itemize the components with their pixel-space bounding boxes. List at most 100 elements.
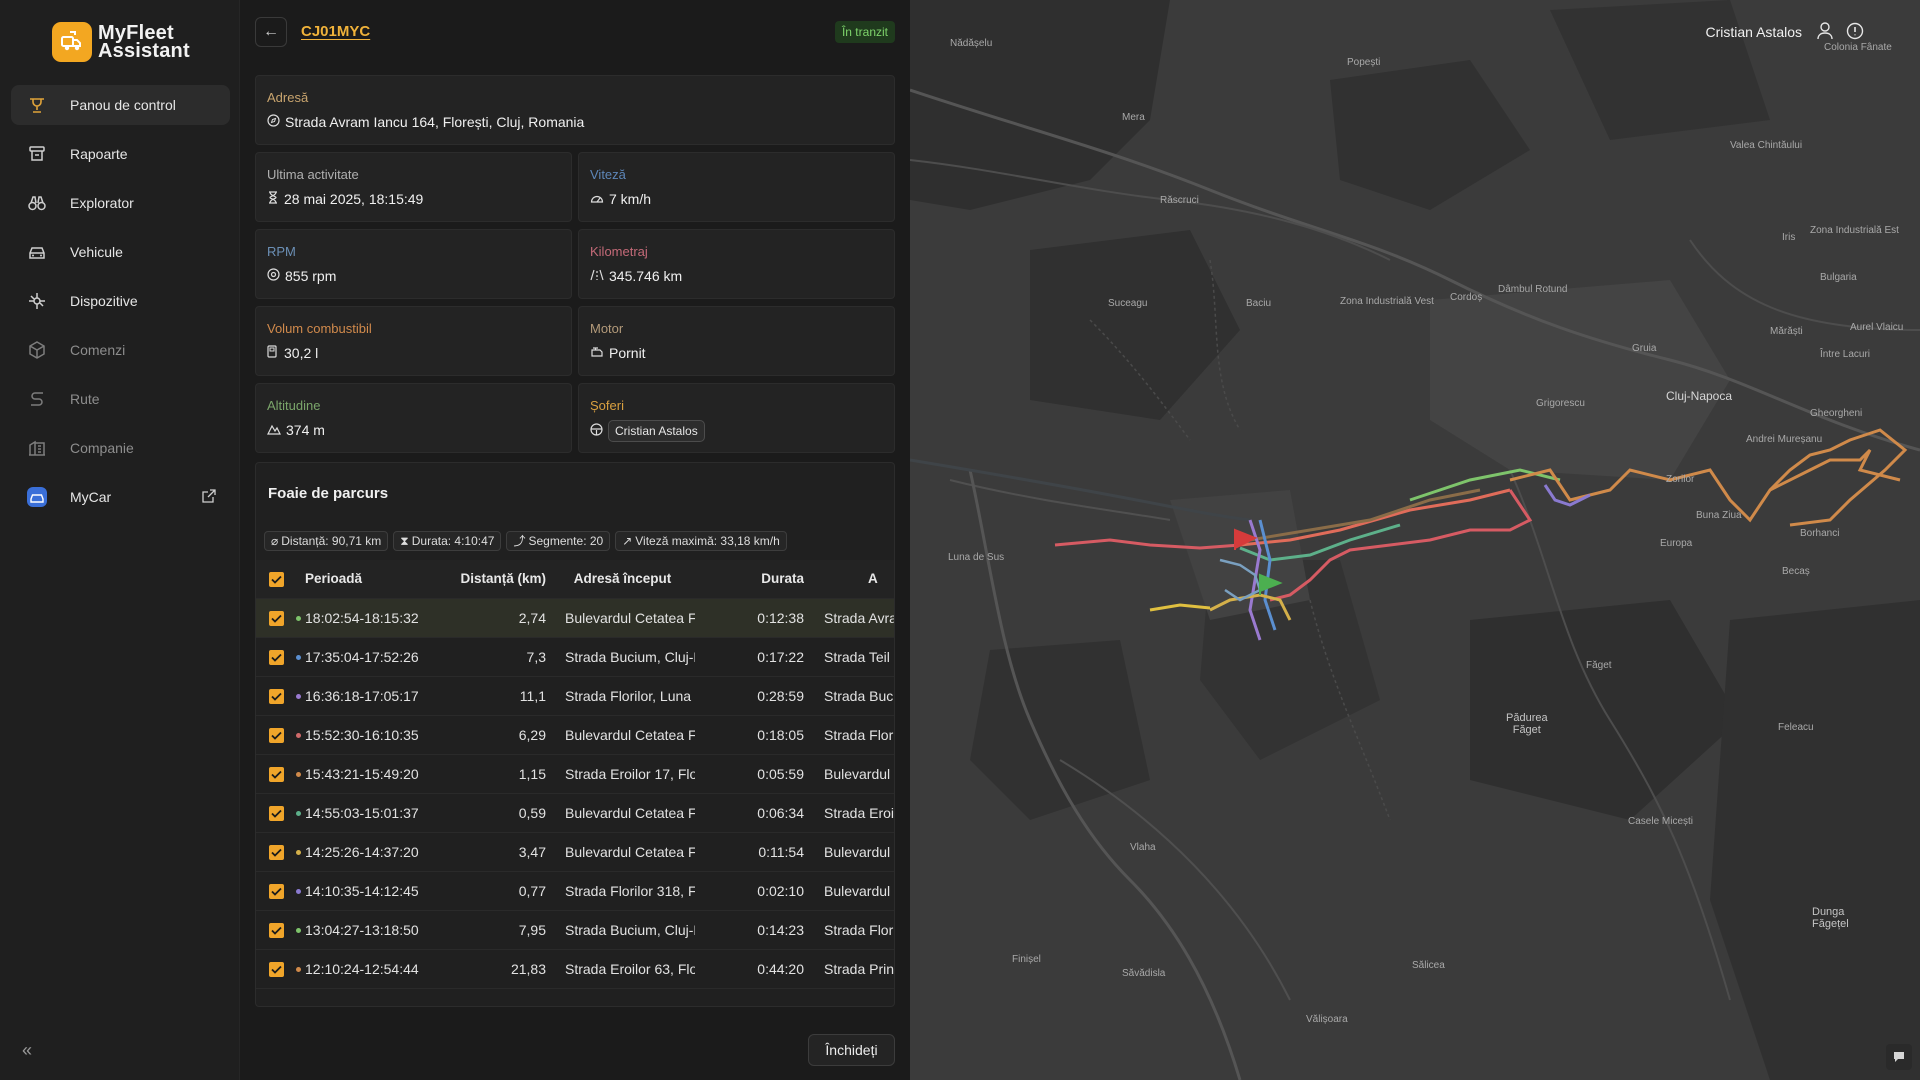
distance-cell: 0,59 [518, 805, 546, 821]
column-end-address[interactable]: A [868, 571, 894, 586]
select-all-checkbox[interactable] [269, 572, 284, 587]
segment-color-dot [296, 811, 301, 816]
sidebar-item-panou-de-control[interactable]: Panou de control [11, 85, 230, 125]
rpm-value: 855 rpm [285, 268, 337, 284]
column-start-address[interactable]: Adresă început [565, 571, 680, 586]
trip-log-card: Foaie de parcurs ⌀ Distanță: 90,71 km ⧗ Du… [255, 462, 895, 1007]
start-address-cell: Strada Bucium, Cluj-N [565, 649, 695, 665]
column-duration[interactable]: Durata [708, 571, 804, 586]
binoculars-icon [26, 192, 48, 214]
row-checkbox[interactable] [269, 923, 284, 938]
sidebar-item-label: MyCar [70, 489, 112, 505]
gauge-icon [267, 268, 280, 284]
chat-icon[interactable] [1886, 1044, 1912, 1070]
rpm-value-row: 855 rpm [267, 268, 336, 284]
row-checkbox[interactable] [269, 845, 284, 860]
segment-color-dot [296, 655, 301, 660]
map-label-grigorescu: Grigorescu [1536, 398, 1585, 409]
driver-chip[interactable]: Cristian Astalos [608, 420, 705, 442]
row-checkbox[interactable] [269, 884, 284, 899]
sidebar-item-dispozitive[interactable]: Dispozitive [11, 281, 230, 321]
map-label-cordos: Cordoș [1450, 292, 1483, 303]
period-cell: 14:10:35-14:12:45 [305, 883, 419, 899]
map-label-gheorgheni: Gheorgheni [1810, 408, 1863, 419]
map-label-zona-industriala-est: Zona Industrială Est [1810, 225, 1899, 236]
distance-cell: 7,3 [526, 649, 546, 665]
table-row[interactable]: 12:10:24-12:54:44 21,83 Strada Eroilor 63,… [256, 950, 894, 989]
start-address-cell: Strada Florilor, Luna [565, 688, 692, 704]
duration-cell: 0:44:20 [757, 961, 804, 977]
engine-value-row: Pornit [590, 345, 646, 361]
logo[interactable]: MyFleet Assistant [52, 22, 190, 62]
table-row[interactable]: 16:36:18-17:05:17 11,1 Strada Florilor, Lu… [256, 677, 894, 716]
segment-color-dot [296, 772, 301, 777]
row-checkbox[interactable] [269, 689, 284, 704]
sidebar-item-explorator[interactable]: Explorator [11, 183, 230, 223]
sidebar-item-label: Comenzi [70, 342, 126, 358]
back-button[interactable]: ← [255, 17, 287, 47]
sidebar-item-mycar[interactable]: MyCar [11, 477, 230, 517]
start-address-cell: Bulevardul Cetatea Fe [565, 805, 695, 821]
row-checkbox[interactable] [269, 728, 284, 743]
sidebar-item-rapoarte[interactable]: Rapoarte [11, 134, 230, 174]
max-speed-chip-text: Viteză maximă: 33,18 km/h [635, 534, 780, 548]
speedometer-icon [590, 191, 604, 207]
sidebar-item-vehicule[interactable]: Vehicule [11, 232, 230, 272]
user-icon[interactable] [1817, 22, 1833, 45]
row-checkbox[interactable] [269, 767, 284, 782]
duration-cell: 0:06:34 [757, 805, 804, 821]
map-label-casele-micesti: Casele Micești [1628, 816, 1694, 827]
start-address-cell: Bulevardul Cetatea Fe [565, 727, 695, 743]
map-label-rascruci: Răscruci [1160, 195, 1199, 206]
fuel-label: Volum combustibil [267, 321, 372, 336]
last-activity-value-row: 28 mai 2025, 18:15:49 [267, 191, 423, 207]
vehicle-plate-link[interactable]: CJ01MYC [301, 23, 370, 40]
row-checkbox[interactable] [269, 611, 284, 626]
info-icon[interactable] [1846, 22, 1864, 45]
close-button[interactable]: Închideți [808, 1034, 895, 1066]
trip-summary-chips: ⌀ Distanță: 90,71 km ⧗ Durata: 4:10:47 ⤴ Se… [264, 531, 787, 551]
sidebar-item-rute[interactable]: Rute [11, 379, 230, 419]
sidebar-item-companie[interactable]: Companie [11, 428, 230, 468]
table-row[interactable]: 14:55:03-15:01:37 0,59 Bulevardul Cetatea … [256, 794, 894, 833]
address-label: Adresă [267, 90, 309, 105]
column-period[interactable]: Perioadă [305, 571, 425, 586]
end-address-cell: Strada Teil [824, 649, 890, 665]
segment-color-dot [296, 694, 301, 699]
mileage-label: Kilometraj [590, 244, 648, 259]
sidebar-item-label: Rute [70, 391, 100, 407]
table-row[interactable]: 13:04:27-13:18:50 7,95 Strada Bucium, Cluj… [256, 911, 894, 950]
map-label-feleacu: Feleacu [1778, 722, 1814, 733]
row-checkbox[interactable] [269, 962, 284, 977]
distance-chip: ⌀ Distanță: 90,71 km [264, 531, 389, 551]
last-activity-card: Ultima activitate 28 mai 2025, 18:15:49 [255, 152, 572, 222]
collapse-sidebar-icon[interactable]: « [22, 1040, 32, 1061]
row-checkbox[interactable] [269, 650, 284, 665]
trip-table: Perioadă Distanță (km) Adresă început Du… [256, 560, 894, 989]
reports-icon [26, 143, 48, 165]
drivers-card: Șoferi Cristian Astalos [578, 383, 895, 453]
table-row[interactable]: 14:25:26-14:37:20 3,47 Bulevardul Cetatea … [256, 833, 894, 872]
table-row[interactable]: 15:43:21-15:49:20 1,15 Strada Eroilor 17, … [256, 755, 894, 794]
sidebar: MyFleet Assistant Panou de control Rapoa… [0, 0, 240, 1080]
table-row[interactable]: 18:02:54-18:15:32 2,74 Bulevardul Cetatea … [256, 599, 894, 638]
sidebar-item-comenzi[interactable]: Comenzi [11, 330, 230, 370]
row-checkbox[interactable] [269, 806, 284, 821]
fuel-card: Volum combustibil 30,2 l [255, 306, 572, 376]
trip-table-header: Perioadă Distanță (km) Adresă început Du… [256, 560, 894, 599]
panel-header: ← CJ01MYC În tranzit [255, 17, 895, 47]
table-row[interactable]: 15:52:30-16:10:35 6,29 Bulevardul Cetatea … [256, 716, 894, 755]
table-row[interactable]: 17:35:04-17:52:26 7,3 Strada Bucium, Cluj-… [256, 638, 894, 677]
column-distance[interactable]: Distanță (km) [440, 571, 546, 586]
user-name[interactable]: Cristian Astalos [1706, 24, 1802, 40]
map-label-savadisla: Săvădisla [1122, 968, 1166, 979]
altitude-value: 374 m [286, 422, 325, 438]
map-label-salicea: Sălicea [1412, 960, 1445, 971]
mileage-card: Kilometraj 345.746 km [578, 229, 895, 299]
table-row[interactable]: 14:10:35-14:12:45 0,77 Strada Florilor 318… [256, 872, 894, 911]
distance-cell: 2,74 [518, 610, 546, 626]
map-label-nadaselu: Nădășelu [950, 38, 993, 49]
map-label-iris: Iris [1782, 232, 1796, 243]
address-value: Strada Avram Iancu 164, Florești, Cluj, … [285, 114, 585, 130]
map-view[interactable]: Nădășelu Mera Popești Valea Chintăului C… [910, 0, 1920, 1080]
